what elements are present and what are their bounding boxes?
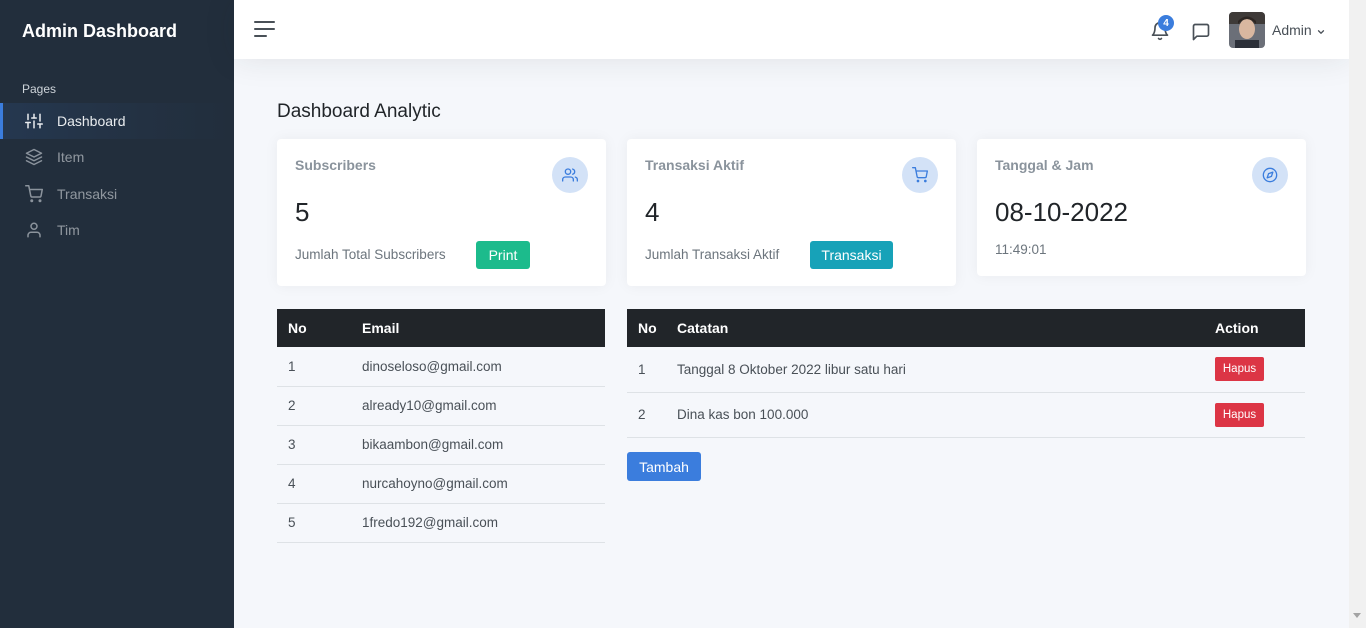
cart-icon: [24, 184, 44, 204]
card-subtitle: Jumlah Transaksi Aktif: [645, 247, 780, 262]
column-header: No: [627, 309, 677, 347]
row-number: 5: [277, 503, 362, 543]
topbar: 4 Admin: [234, 0, 1349, 59]
card-value: 4: [645, 197, 660, 227]
row-number: 4: [277, 464, 362, 504]
sidebar-section-header: Pages: [22, 82, 57, 96]
card-title: Tanggal & Jam: [995, 157, 1094, 173]
card-subtitle: Jumlah Total Subscribers: [295, 247, 446, 262]
print-button[interactable]: Print: [476, 241, 530, 269]
email-cell: already10@gmail.com: [362, 386, 605, 426]
note-cell: Tanggal 8 Oktober 2022 libur satu hari: [677, 347, 1215, 393]
table-row: 2 Dina kas bon 100.000 Hapus: [627, 392, 1305, 438]
sidebar: Admin Dashboard Pages Dashboard Item Tra…: [0, 0, 234, 628]
email-cell: nurcahoyno@gmail.com: [362, 464, 605, 504]
row-number: 3: [277, 425, 362, 465]
user-name[interactable]: Admin: [1272, 22, 1312, 38]
table-row: 4 nurcahoyno@gmail.com: [277, 464, 605, 504]
sidebar-item-label: Item: [57, 149, 85, 165]
table-row: 5 1fredo192@gmail.com: [277, 503, 605, 543]
column-header: Email: [362, 309, 605, 347]
card-title: Subscribers: [295, 157, 376, 173]
sidebar-item-label: Dashboard: [57, 113, 126, 129]
sidebar-item-item[interactable]: Item: [0, 139, 234, 175]
message-icon[interactable]: [1191, 22, 1211, 42]
sidebar-item-label: Transaksi: [57, 186, 118, 202]
action-cell: Hapus: [1215, 347, 1305, 393]
row-number: 2: [277, 386, 362, 426]
user-icon: [24, 220, 44, 240]
brand-title[interactable]: Admin Dashboard: [22, 21, 177, 42]
avatar[interactable]: [1229, 12, 1265, 48]
email-cell: bikaambon@gmail.com: [362, 425, 605, 465]
delete-button[interactable]: Hapus: [1215, 357, 1264, 382]
sidebar-item-dashboard[interactable]: Dashboard: [0, 103, 234, 139]
shopping-cart-icon: [902, 157, 938, 193]
column-header: Action: [1215, 309, 1305, 347]
sidebar-item-transaksi[interactable]: Transaksi: [0, 176, 234, 212]
time-value: 11:49:01: [995, 242, 1047, 257]
email-cell: 1fredo192@gmail.com: [362, 503, 605, 543]
add-note-button[interactable]: Tambah: [627, 452, 701, 481]
active-transactions-card: Transaksi Aktif 4 Jumlah Transaksi Aktif…: [627, 139, 956, 286]
action-cell: Hapus: [1215, 392, 1305, 438]
scroll-down-arrow-icon[interactable]: [1353, 613, 1361, 618]
chevron-down-icon[interactable]: [1316, 24, 1326, 34]
sidebar-item-tim[interactable]: Tim: [0, 212, 234, 248]
vertical-scrollbar[interactable]: [1349, 0, 1366, 628]
row-number: 1: [277, 347, 362, 387]
table-row: 1 dinoseloso@gmail.com: [277, 347, 605, 387]
users-icon: [552, 157, 588, 193]
table-row: 3 bikaambon@gmail.com: [277, 425, 605, 465]
subscribers-table: No Email 1 dinoseloso@gmail.com 2 alread…: [277, 309, 605, 543]
row-number: 1: [627, 347, 677, 393]
date-value: 08-10-2022: [995, 197, 1128, 227]
card-title: Transaksi Aktif: [645, 157, 745, 173]
column-header: Catatan: [677, 309, 1215, 347]
note-cell: Dina kas bon 100.000: [677, 392, 1215, 438]
card-value: 5: [295, 197, 310, 227]
transaksi-button[interactable]: Transaksi: [810, 241, 893, 269]
table-row: 2 already10@gmail.com: [277, 386, 605, 426]
notes-table: No Catatan Action 1 Tanggal 8 Oktober 20…: [627, 309, 1305, 438]
table-header-row: No Catatan Action: [627, 309, 1305, 347]
date-time-card: Tanggal & Jam 08-10-2022 11:49:01: [977, 139, 1306, 276]
page-title: Dashboard Analytic: [277, 101, 441, 122]
delete-button[interactable]: Hapus: [1215, 402, 1264, 427]
hamburger-menu-icon[interactable]: [254, 20, 276, 38]
column-header: No: [277, 309, 362, 347]
row-number: 2: [627, 392, 677, 438]
subscribers-card: Subscribers 5 Jumlah Total Subscribers P…: [277, 139, 606, 286]
layers-icon: [24, 147, 44, 167]
sidebar-item-label: Tim: [57, 222, 80, 238]
notification-badge: 4: [1158, 15, 1174, 31]
compass-icon: [1252, 157, 1288, 193]
sliders-icon: [24, 111, 44, 131]
table-header-row: No Email: [277, 309, 605, 347]
email-cell: dinoseloso@gmail.com: [362, 347, 605, 387]
table-row: 1 Tanggal 8 Oktober 2022 libur satu hari…: [627, 347, 1305, 393]
